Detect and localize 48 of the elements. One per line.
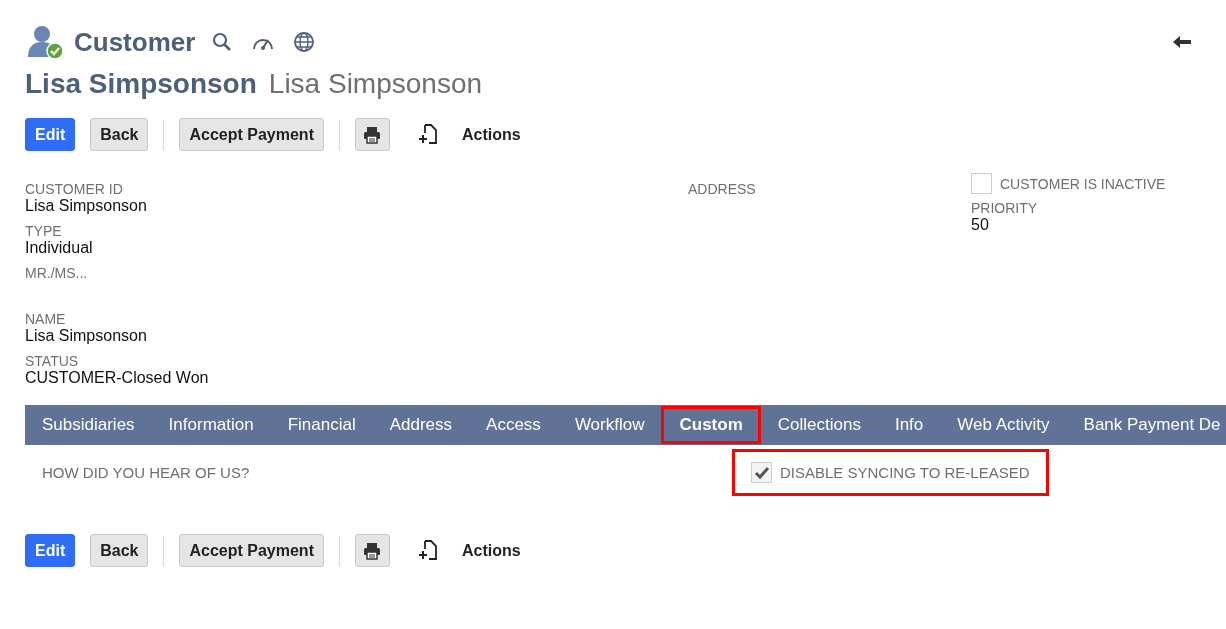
tab[interactable]: Web Activity — [940, 406, 1067, 444]
tab[interactable]: Bank Payment De — [1066, 406, 1226, 444]
actions-menu[interactable]: Actions — [461, 541, 521, 560]
printer-icon — [363, 541, 382, 560]
field-label: NAME — [25, 311, 67, 327]
new-document-icon[interactable] — [416, 538, 439, 563]
field-label: STATUS — [25, 353, 80, 369]
field-value: CUSTOMER-Closed Won — [25, 369, 210, 387]
field-label: MR./MS... — [25, 265, 89, 281]
check-icon — [752, 464, 771, 481]
tab[interactable]: Address — [372, 406, 470, 444]
new-document-icon[interactable] — [416, 122, 439, 147]
back-button[interactable]: Back — [90, 534, 149, 567]
actions-menu[interactable]: Actions — [461, 125, 521, 144]
field-label: ADDRESS — [688, 181, 757, 197]
record-type-title: Customer — [74, 26, 196, 58]
tab[interactable]: Information — [151, 406, 271, 444]
tab[interactable]: Access — [469, 406, 558, 444]
record-name: Lisa Simpsonson — [25, 68, 257, 100]
tab[interactable]: Subsidiaries — [25, 406, 152, 444]
sync-checkbox[interactable] — [751, 462, 772, 483]
print-button[interactable] — [354, 534, 390, 567]
field-label: CUSTOMER ID — [25, 181, 124, 197]
tab[interactable]: Info — [877, 406, 941, 444]
customer-icon — [26, 24, 66, 60]
field-value: 50 — [971, 216, 990, 234]
field-value: Lisa Simpsonson — [25, 197, 148, 215]
field-value: Individual — [25, 239, 94, 257]
tab[interactable]: Workflow — [557, 406, 662, 444]
accept-payment-button[interactable]: Accept Payment — [179, 534, 324, 567]
accept-payment-button[interactable]: Accept Payment — [179, 118, 324, 151]
back-arrow-icon[interactable] — [1172, 35, 1192, 49]
tab[interactable]: Financial — [270, 406, 373, 444]
printer-icon — [363, 125, 382, 144]
checkbox-label: CUSTOMER IS INACTIVE — [1000, 175, 1166, 192]
edit-button[interactable]: Edit — [25, 534, 76, 567]
record-subtitle: Lisa Simpsonson — [268, 68, 483, 100]
tab[interactable]: Collections — [760, 406, 878, 444]
field-label: PRIORITY — [971, 200, 1039, 216]
print-button[interactable] — [354, 118, 390, 151]
back-button[interactable]: Back — [90, 118, 149, 151]
field-label: TYPE — [25, 223, 63, 239]
globe-icon[interactable] — [293, 31, 316, 53]
edit-button[interactable]: Edit — [25, 118, 76, 151]
field-label: HOW DID YOU HEAR OF US? — [42, 464, 251, 481]
checkbox-label: DISABLE SYNCING TO RE-LEASED — [780, 464, 1030, 481]
field-value: Lisa Simpsonson — [25, 327, 148, 345]
tab[interactable]: Custom — [661, 406, 761, 444]
